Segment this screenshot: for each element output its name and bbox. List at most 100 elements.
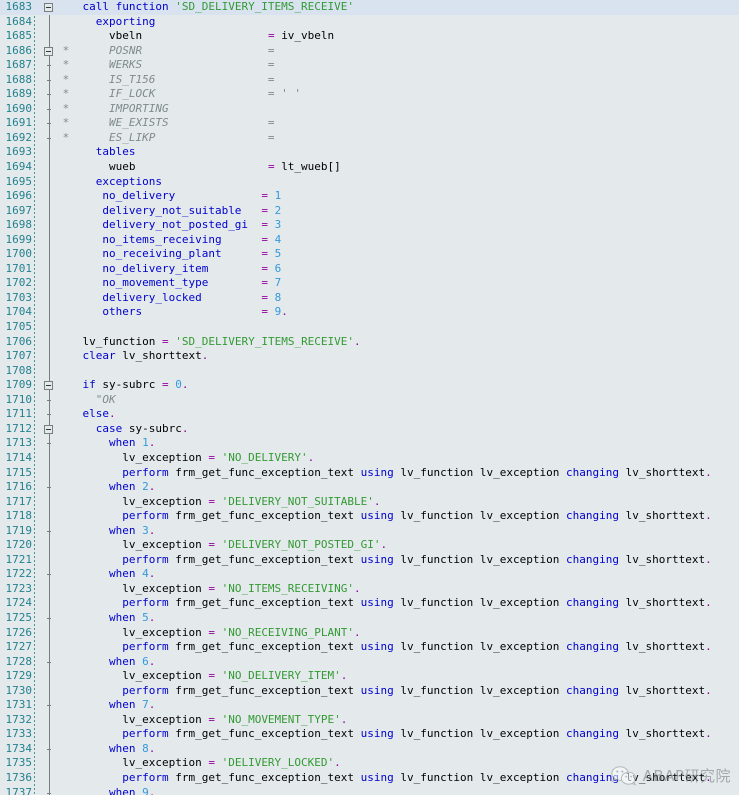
code-line[interactable]: 1723 lv_exception = 'NO_ITEMS_RECEIVING'… xyxy=(0,582,739,597)
fold-collapse-icon[interactable] xyxy=(44,3,53,12)
code-line[interactable]: 1695 exceptions xyxy=(0,175,739,190)
code-line[interactable]: 1693 tables xyxy=(0,145,739,160)
code-line[interactable]: 1691 * WE_EXISTS = xyxy=(0,116,739,131)
token-id: lv_exception xyxy=(122,494,209,508)
token-dot: . xyxy=(354,625,361,639)
code-line[interactable]: 1701 no_delivery_item = 6 xyxy=(0,262,739,277)
token-id: lv_exception xyxy=(122,712,209,726)
code-line[interactable]: 1700 no_receiving_plant = 5 xyxy=(0,247,739,262)
token-id: lv_shorttext xyxy=(625,770,706,784)
code-line[interactable]: 1687 * WERKS = xyxy=(0,58,739,73)
code-line-list[interactable]: 1683 call function 'SD_DELIVERY_ITEMS_RE… xyxy=(0,0,739,795)
code-line[interactable]: 1704 others = 9. xyxy=(0,305,739,320)
token-dot: . xyxy=(340,712,348,726)
code-line[interactable]: 1736 perform frm_get_func_exception_text… xyxy=(0,771,739,786)
code-line[interactable]: 1710 "OK xyxy=(0,393,739,408)
code-line[interactable]: 1686 * POSNR = xyxy=(0,44,739,59)
code-line[interactable]: 1690 * IMPORTING xyxy=(0,102,739,117)
code-line[interactable]: 1685 vbeln = iv_vbeln xyxy=(0,29,739,44)
code-line[interactable]: 1709 if sy-subrc = 0. xyxy=(0,378,739,393)
code-line[interactable]: 1708 xyxy=(0,364,739,379)
line-number: 1683 xyxy=(5,0,33,13)
code-editor-pane[interactable]: 1683 call function 'SD_DELIVERY_ITEMS_RE… xyxy=(0,0,739,795)
fold-branch-tick-icon xyxy=(47,792,51,794)
code-line[interactable]: 1725 when 5. xyxy=(0,611,739,626)
code-line[interactable]: 1714 lv_exception = 'NO_DELIVERY'. xyxy=(0,451,739,466)
token-kw: perform xyxy=(122,727,176,741)
token-num: 8 xyxy=(142,741,149,755)
code-line[interactable]: 1728 when 6. xyxy=(0,655,739,670)
code-line[interactable]: 1724 perform frm_get_func_exception_text… xyxy=(0,596,739,611)
code-line[interactable]: 1717 lv_exception = 'DELIVERY_NOT_SUITAB… xyxy=(0,495,739,510)
code-line[interactable]: 1692 * ES_LIKP = xyxy=(0,131,739,146)
code-line[interactable]: 1688 * IS_T156 = xyxy=(0,73,739,88)
code-line[interactable]: 1730 perform frm_get_func_exception_text… xyxy=(0,684,739,699)
token-dot: . xyxy=(705,770,712,784)
code-line[interactable]: 1735 lv_exception = 'DELIVERY_LOCKED'. xyxy=(0,756,739,771)
code-text: tables xyxy=(56,145,136,160)
code-text: * ES_LIKP = xyxy=(56,131,275,146)
fold-collapse-icon[interactable] xyxy=(44,424,53,434)
code-line[interactable]: 1726 lv_exception = 'NO_RECEIVING_PLANT'… xyxy=(0,626,739,641)
code-line[interactable]: 1705 xyxy=(0,320,739,335)
code-line[interactable]: 1731 when 7. xyxy=(0,698,739,713)
code-text: lv_exception = 'NO_DELIVERY'. xyxy=(56,451,314,466)
code-line[interactable]: 1707 clear lv_shorttext. xyxy=(0,349,739,364)
line-number: 1691 xyxy=(5,116,33,130)
line-number: 1727 xyxy=(5,640,33,654)
token-kw: exporting xyxy=(95,14,156,28)
line-number: 1710 xyxy=(5,392,33,406)
fold-branch-tick-icon xyxy=(47,661,51,663)
code-line[interactable]: 1712 case sy-subrc. xyxy=(0,422,739,437)
token-kw: changing xyxy=(565,509,626,523)
code-line[interactable]: 1716 when 2. xyxy=(0,480,739,495)
code-line[interactable]: 1703 delivery_locked = 8 xyxy=(0,291,739,306)
line-number: 1697 xyxy=(5,203,33,217)
token-id: lv_exception xyxy=(122,581,209,595)
token-num: 0 xyxy=(175,378,182,392)
fold-collapse-icon[interactable] xyxy=(44,46,53,56)
code-line[interactable]: 1684 exporting xyxy=(0,15,739,30)
fold-branch-tick-icon xyxy=(47,137,51,139)
token-id: lv_function lv_exception xyxy=(400,596,566,610)
fold-collapse-icon[interactable] xyxy=(44,381,53,391)
token-id: vbeln xyxy=(108,29,268,43)
token-id: lv_exception xyxy=(122,538,209,552)
code-line[interactable]: 1719 when 3. xyxy=(0,524,739,539)
line-number: 1729 xyxy=(5,669,33,683)
code-line[interactable]: 1698 delivery_not_posted_gi = 3 xyxy=(0,218,739,233)
code-line[interactable]: 1732 lv_exception = 'NO_MOVEMENT_TYPE'. xyxy=(0,713,739,728)
code-line[interactable]: 1706 lv_function = 'SD_DELIVERY_ITEMS_RE… xyxy=(0,335,739,350)
token-id: lv_function lv_exception xyxy=(400,465,566,479)
code-line[interactable]: 1683 call function 'SD_DELIVERY_ITEMS_RE… xyxy=(0,0,739,15)
code-line[interactable]: 1718 perform frm_get_func_exception_text… xyxy=(0,509,739,524)
code-line[interactable]: 1721 perform frm_get_func_exception_text… xyxy=(0,553,739,568)
code-line[interactable]: 1734 when 8. xyxy=(0,742,739,757)
token-id: lt_wueb[] xyxy=(281,160,341,174)
token-dot: . xyxy=(705,727,712,741)
code-line[interactable]: 1711 else. xyxy=(0,407,739,422)
token-id: sy-subrc xyxy=(102,378,162,392)
token-kw: when xyxy=(108,523,143,537)
code-line[interactable]: 1694 wueb = lt_wueb[] xyxy=(0,160,739,175)
token-dot: . xyxy=(148,480,156,494)
code-line[interactable]: 1727 perform frm_get_func_exception_text… xyxy=(0,640,739,655)
token-str: 'NO_DELIVERY_ITEM' xyxy=(221,669,341,683)
token-cmt: * IMPORTING xyxy=(62,101,169,115)
code-line[interactable]: 1696 no_delivery = 1 xyxy=(0,189,739,204)
code-line[interactable]: 1729 lv_exception = 'NO_DELIVERY_ITEM'. xyxy=(0,669,739,684)
code-line[interactable]: 1722 when 4. xyxy=(0,567,739,582)
code-line[interactable]: 1733 perform frm_get_func_exception_text… xyxy=(0,727,739,742)
code-line[interactable]: 1697 delivery_not_suitable = 2 xyxy=(0,204,739,219)
code-line[interactable]: 1702 no_movement_type = 7 xyxy=(0,276,739,291)
code-line[interactable]: 1720 lv_exception = 'DELIVERY_NOT_POSTED… xyxy=(0,538,739,553)
token-kw: using xyxy=(360,640,401,654)
code-line[interactable]: 1689 * IF_LOCK = ' ' xyxy=(0,87,739,102)
code-text: lv_exception = 'NO_DELIVERY_ITEM'. xyxy=(56,669,347,684)
code-line[interactable]: 1713 when 1. xyxy=(0,436,739,451)
code-line[interactable]: 1699 no_items_receiving = 4 xyxy=(0,233,739,248)
token-dot: . xyxy=(380,538,388,552)
code-line[interactable]: 1715 perform frm_get_func_exception_text… xyxy=(0,466,739,481)
code-line[interactable]: 1737 when 9. xyxy=(0,786,739,795)
code-text: when 2. xyxy=(56,480,155,495)
